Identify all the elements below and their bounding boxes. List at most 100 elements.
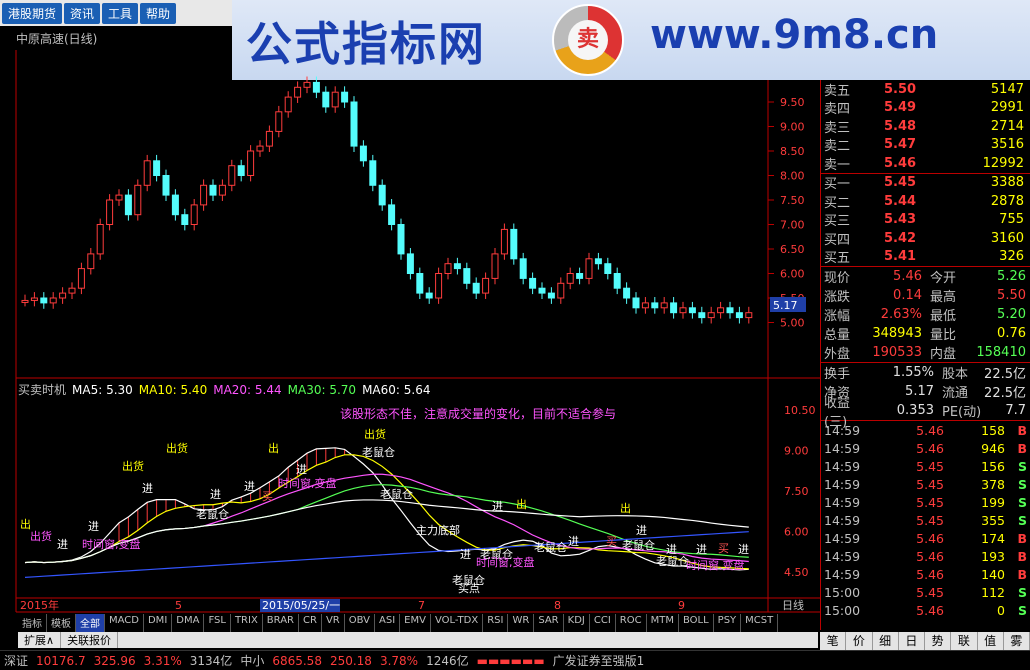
candle-body <box>717 307 725 314</box>
orderbook-row[interactable]: 卖五 5.50 5147 <box>821 80 1030 99</box>
candle-body <box>153 160 161 177</box>
ma-label-4: MA60: 5.64 <box>362 383 431 397</box>
indicator-tab-17[interactable]: SAR <box>534 614 564 632</box>
bottom-button-0[interactable]: 扩展∧ <box>18 632 62 648</box>
indicator-tab-0[interactable]: 指标 <box>18 614 47 632</box>
indicator-tab-3[interactable]: MACD <box>105 614 144 632</box>
fund-value: 5.17 <box>905 384 934 399</box>
date-label: 7 <box>418 599 425 612</box>
candle-body <box>322 91 330 108</box>
indicator-tab-9[interactable]: CR <box>299 614 322 632</box>
candle-body <box>294 86 302 98</box>
tick-volume: 0 <box>997 602 1005 618</box>
fund-value-2: 7.7 <box>1005 403 1026 418</box>
right-tab-3[interactable]: 日 <box>899 632 925 650</box>
orderbook-row[interactable]: 卖一 5.46 12992 <box>821 154 1030 173</box>
indicator-tab-8[interactable]: BRAR <box>263 614 299 632</box>
tick-flag: B <box>1017 548 1027 564</box>
tick-flag: S <box>1017 512 1027 528</box>
menu-bar: 港股期货 资讯 工具 帮助 <box>0 0 232 26</box>
indicator-tab-15[interactable]: RSI <box>483 614 509 632</box>
tick-list[interactable]: 14:59 5.46 158 B 14:59 5.46 946 B 14:59 5.45 156 S 1… <box>821 421 1030 619</box>
quote-value: 190533 <box>872 345 922 360</box>
tick-volume: 174 <box>981 530 1005 546</box>
indicator-tab-10[interactable]: VR <box>322 614 345 632</box>
signal-annotation: 出货 <box>122 459 144 473</box>
ob-label: 买三 <box>824 214 851 230</box>
indicator-tab-14[interactable]: VOL-TDX <box>431 614 484 632</box>
indicator-tab-19[interactable]: CCI <box>590 614 616 632</box>
right-tab-1[interactable]: 价 <box>846 632 873 650</box>
orderbook-row[interactable]: 买三 5.43 755 <box>821 211 1030 230</box>
right-tab-5[interactable]: 联 <box>951 632 978 650</box>
candle-body <box>406 253 414 274</box>
logo-icon: 卖 <box>552 4 624 76</box>
indicator-tab-16[interactable]: WR <box>508 614 535 632</box>
orderbook-buy: 买一 5.45 3388 买二 5.44 2878 买三 5.43 755 买四 5.42 3160 买… <box>821 174 1030 266</box>
menu-item-2[interactable]: 工具 <box>102 2 139 24</box>
orderbook-row[interactable]: 买一 5.45 3388 <box>821 174 1030 192</box>
indicator-tab-6[interactable]: FSL <box>204 614 231 632</box>
sz-label: 深证 <box>4 654 29 668</box>
signal-annotation: 老鼠仓 <box>452 573 485 587</box>
signal-annotation: 出 <box>268 441 279 455</box>
quote-row: 涨幅 2.63% 最低 5.20 <box>821 305 1030 324</box>
price-axis-label: 6.00 <box>780 268 805 281</box>
indicator-tab-13[interactable]: EMV <box>400 614 431 632</box>
orderbook-row[interactable]: 卖二 5.47 3516 <box>821 136 1030 154</box>
tick-row: 14:59 5.45 199 S <box>821 493 1030 511</box>
menu-item-3[interactable]: 帮助 <box>140 2 177 24</box>
candle-body <box>143 160 151 186</box>
ob-volume: 2991 <box>990 100 1024 116</box>
quote-value: 2.63% <box>880 307 922 322</box>
ma-label-2: MA20: 5.44 <box>213 383 282 397</box>
sz-amount: 3134亿 <box>189 654 233 668</box>
indicator-tab-18[interactable]: KDJ <box>564 614 590 632</box>
indicator-tab-24[interactable]: MCST <box>741 614 779 632</box>
indicator-tab-12[interactable]: ASI <box>375 614 401 632</box>
indicator-tab-22[interactable]: BOLL <box>679 614 714 632</box>
indicator-tab-20[interactable]: ROC <box>616 614 647 632</box>
indicator-tab-5[interactable]: DMA <box>172 614 205 632</box>
candle-body <box>200 184 208 206</box>
orderbook-row[interactable]: 买二 5.44 2878 <box>821 192 1030 211</box>
tick-volume: 378 <box>981 476 1005 492</box>
indicator-tab-23[interactable]: PSY <box>714 614 742 632</box>
right-tab-6[interactable]: 值 <box>978 632 1004 650</box>
orderbook-row[interactable]: 卖三 5.48 2714 <box>821 117 1030 136</box>
right-tab-4[interactable]: 势 <box>925 632 952 650</box>
orderbook-row[interactable]: 买四 5.42 3160 <box>821 229 1030 248</box>
ob-price: 5.48 <box>884 118 917 134</box>
breadth-bars-icon: ▬▬▬▬▬▬ <box>476 653 545 668</box>
menu-item-0[interactable]: 港股期货 <box>2 2 63 24</box>
indicator-tab-2[interactable]: 全部 <box>76 614 105 632</box>
orderbook-row[interactable]: 卖四 5.49 2991 <box>821 99 1030 117</box>
indicator-tab-7[interactable]: TRIX <box>231 614 263 632</box>
tick-price: 5.45 <box>916 458 944 474</box>
current-price-tag <box>770 297 806 312</box>
indicator-tab-21[interactable]: MTM <box>647 614 679 632</box>
zx-change: 250.18 <box>329 653 372 668</box>
indicator-tab-1[interactable]: 模板 <box>47 614 76 632</box>
indicator-axis-label: 10.50 <box>784 404 816 417</box>
ma10-line <box>24 454 749 570</box>
fund-value-2: 22.5亿 <box>984 386 1026 401</box>
price-axis-label: 5.50 <box>780 292 805 305</box>
bottom-button-1[interactable]: 关联报价 <box>61 632 119 648</box>
signal-annotation: 进 <box>142 482 153 495</box>
candle-body <box>632 297 640 309</box>
menu-item-1[interactable]: 资讯 <box>64 2 101 24</box>
right-tab-2[interactable]: 细 <box>873 632 899 650</box>
indicator-tab-4[interactable]: DMI <box>144 614 173 632</box>
indicator-name: 买卖时机 <box>18 383 67 397</box>
signal-annotation: 进 <box>696 543 707 556</box>
right-tab-7[interactable]: 雾 <box>1004 632 1030 650</box>
tick-flag: S <box>1017 476 1027 492</box>
candle-body <box>303 81 311 88</box>
indicator-tab-11[interactable]: OBV <box>345 614 375 632</box>
ob-volume: 2714 <box>990 118 1024 134</box>
signal-annotation: 买 <box>262 490 273 503</box>
orderbook-row[interactable]: 买五 5.41 326 <box>821 248 1030 266</box>
quote-label-2: 量比 <box>930 328 957 343</box>
right-tab-0[interactable]: 笔 <box>820 632 847 650</box>
